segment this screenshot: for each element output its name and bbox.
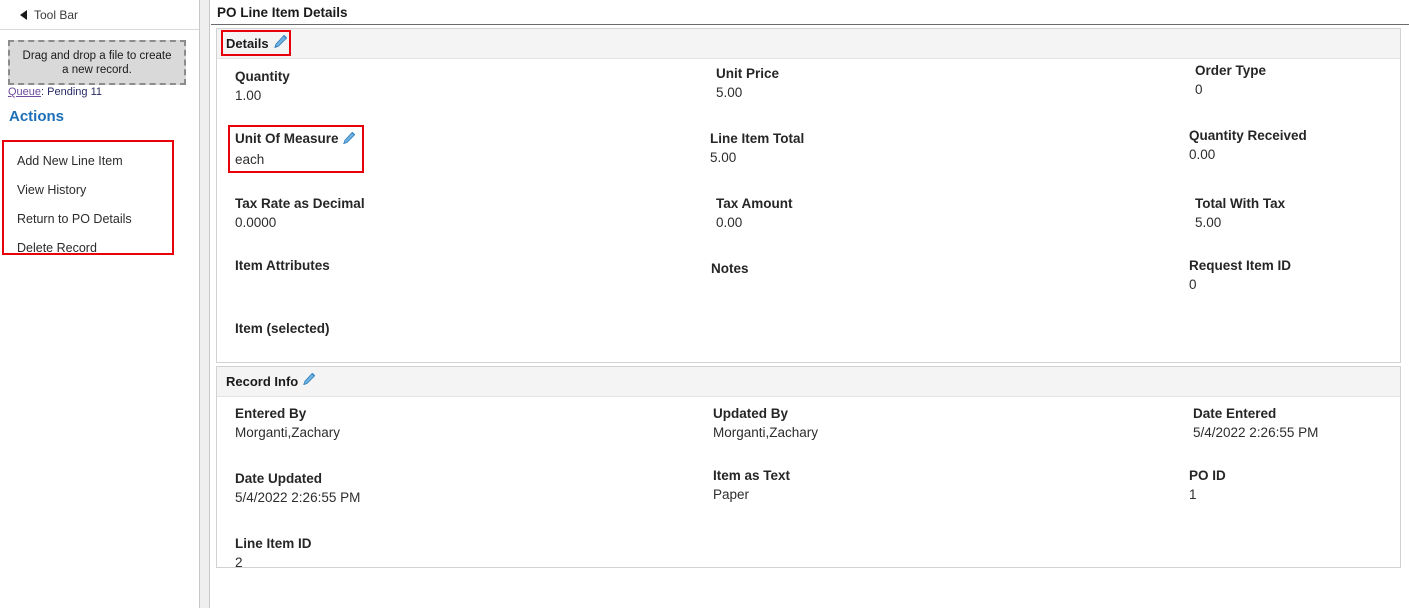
field-entered-by-value: Morganti,Zachary [235, 425, 341, 440]
field-entered-by: Entered By Morganti,Zachary [235, 406, 340, 440]
field-tax-rate-as-decimal-label: Tax Rate as Decimal [235, 196, 365, 211]
field-tax-amount: Tax Amount 0.00 [716, 196, 793, 230]
field-item-selected: Item (selected) [235, 321, 330, 340]
field-date-entered-value: 5/4/2022 2:26:55 PM [1193, 425, 1319, 440]
field-line-item-id-value: 2 [235, 555, 243, 570]
panel-splitter[interactable] [200, 0, 210, 608]
tool-bar-header-label: Tool Bar [34, 7, 79, 22]
field-quantity-label: Quantity [235, 69, 290, 84]
main-content: PO Line Item Details Details Quantity 1.… [211, 0, 1409, 608]
queue-status-text: : Pending 11 [41, 86, 102, 98]
actions-heading: Actions [9, 108, 65, 125]
field-updated-by-value: Morganti,Zachary [713, 425, 819, 440]
field-item-attributes: Item Attributes [235, 258, 330, 277]
field-date-updated: Date Updated 5/4/2022 2:26:55 PM [235, 471, 360, 505]
field-unit-price-value: 5.00 [716, 85, 743, 100]
field-po-id-label: PO ID [1189, 468, 1226, 483]
field-quantity-received: Quantity Received 0.00 [1189, 128, 1307, 162]
field-po-id-value: 1 [1189, 487, 1197, 502]
record-info-card: Record Info Entered By Morganti,Zachary … [216, 366, 1401, 570]
field-quantity-received-value: 0.00 [1189, 147, 1216, 162]
field-item-attributes-label: Item Attributes [235, 258, 330, 273]
field-unit-price-label: Unit Price [716, 66, 780, 81]
record-info-card-body: Entered By Morganti,Zachary Updated By M… [217, 397, 1400, 570]
field-item-as-text-value: Paper [713, 487, 750, 502]
page-title: PO Line Item Details [217, 4, 348, 20]
action-return-to-po-details[interactable]: Return to PO Details [4, 205, 172, 234]
field-date-updated-value: 5/4/2022 2:26:55 PM [235, 490, 361, 505]
field-date-updated-label: Date Updated [235, 471, 323, 486]
field-notes-label: Notes [711, 261, 749, 276]
field-item-selected-label: Item (selected) [235, 321, 330, 336]
details-card-header[interactable]: Details [217, 29, 1400, 59]
field-line-item-total-value: 5.00 [710, 150, 737, 165]
field-request-item-id-value: 0 [1189, 277, 1197, 292]
field-updated-by: Updated By Morganti,Zachary [713, 406, 818, 440]
pencil-icon[interactable] [273, 34, 288, 54]
field-request-item-id: Request Item ID 0 [1189, 258, 1291, 292]
field-total-with-tax: Total With Tax 5.00 [1195, 196, 1285, 230]
field-line-item-id: Line Item ID 2 [235, 536, 312, 570]
field-request-item-id-label: Request Item ID [1189, 258, 1292, 273]
field-total-with-tax-value: 5.00 [1195, 215, 1222, 230]
field-order-type-label: Order Type [1195, 63, 1267, 78]
page-title-bar: PO Line Item Details [211, 0, 1409, 25]
details-card-title: Details [226, 36, 269, 51]
field-item-as-text: Item as Text Paper [713, 468, 790, 502]
field-line-item-total-label: Line Item Total [710, 131, 805, 146]
field-order-type: Order Type 0 [1195, 63, 1266, 97]
triangle-left-icon[interactable] [20, 9, 27, 20]
field-unit-of-measure-label: Unit Of Measure [235, 131, 356, 148]
field-date-entered: Date Entered 5/4/2022 2:26:55 PM [1193, 406, 1318, 440]
field-unit-of-measure-value: each [235, 152, 265, 167]
actions-list: Add New Line Item View History Return to… [2, 140, 174, 255]
field-line-item-total: Line Item Total 5.00 [710, 131, 804, 165]
field-unit-of-measure[interactable]: Unit Of Measure each [228, 125, 365, 173]
action-add-new-line-item[interactable]: Add New Line Item [4, 147, 172, 176]
queue-link[interactable]: Queue [8, 86, 41, 98]
field-total-with-tax-label: Total With Tax [1195, 196, 1286, 211]
field-tax-amount-label: Tax Amount [716, 196, 793, 211]
action-view-history[interactable]: View History [4, 176, 172, 205]
record-info-card-title: Record Info [226, 374, 299, 389]
field-tax-rate-as-decimal-value: 0.0000 [235, 215, 277, 230]
field-tax-rate-as-decimal: Tax Rate as Decimal 0.0000 [235, 196, 365, 230]
field-quantity-value: 1.00 [235, 88, 262, 103]
file-dropzone[interactable]: Drag and drop a file to create a new rec… [8, 40, 186, 85]
pencil-icon[interactable] [342, 131, 356, 148]
field-updated-by-label: Updated By [713, 406, 789, 421]
field-po-id: PO ID 1 [1189, 468, 1226, 502]
po-line-item-details-screen: Tool Bar Drag and drop a file to create … [0, 0, 1409, 608]
field-quantity-received-label: Quantity Received [1189, 128, 1307, 143]
field-quantity: Quantity 1.00 [235, 69, 290, 103]
file-dropzone-text: Drag and drop a file to create a new rec… [22, 49, 172, 76]
field-item-as-text-label: Item as Text [713, 468, 791, 483]
record-info-card-header[interactable]: Record Info [217, 367, 1400, 397]
field-line-item-id-label: Line Item ID [235, 536, 312, 551]
tool-bar-panel: Tool Bar Drag and drop a file to create … [0, 0, 200, 608]
details-card: Details Quantity 1.00 Unit Price 5.00 Or… [216, 28, 1401, 363]
field-unit-price: Unit Price 5.00 [716, 66, 779, 100]
queue-status: Queue: Pending 11 [8, 86, 102, 98]
pencil-icon[interactable] [302, 372, 316, 391]
tool-bar-header[interactable]: Tool Bar [0, 0, 199, 30]
field-tax-amount-value: 0.00 [716, 215, 743, 230]
field-notes: Notes [711, 261, 749, 280]
field-order-type-value: 0 [1195, 82, 1203, 97]
details-card-body: Quantity 1.00 Unit Price 5.00 Order Type… [217, 59, 1400, 362]
field-entered-by-label: Entered By [235, 406, 307, 421]
field-date-entered-label: Date Entered [1193, 406, 1277, 421]
action-delete-record[interactable]: Delete Record [4, 234, 172, 263]
